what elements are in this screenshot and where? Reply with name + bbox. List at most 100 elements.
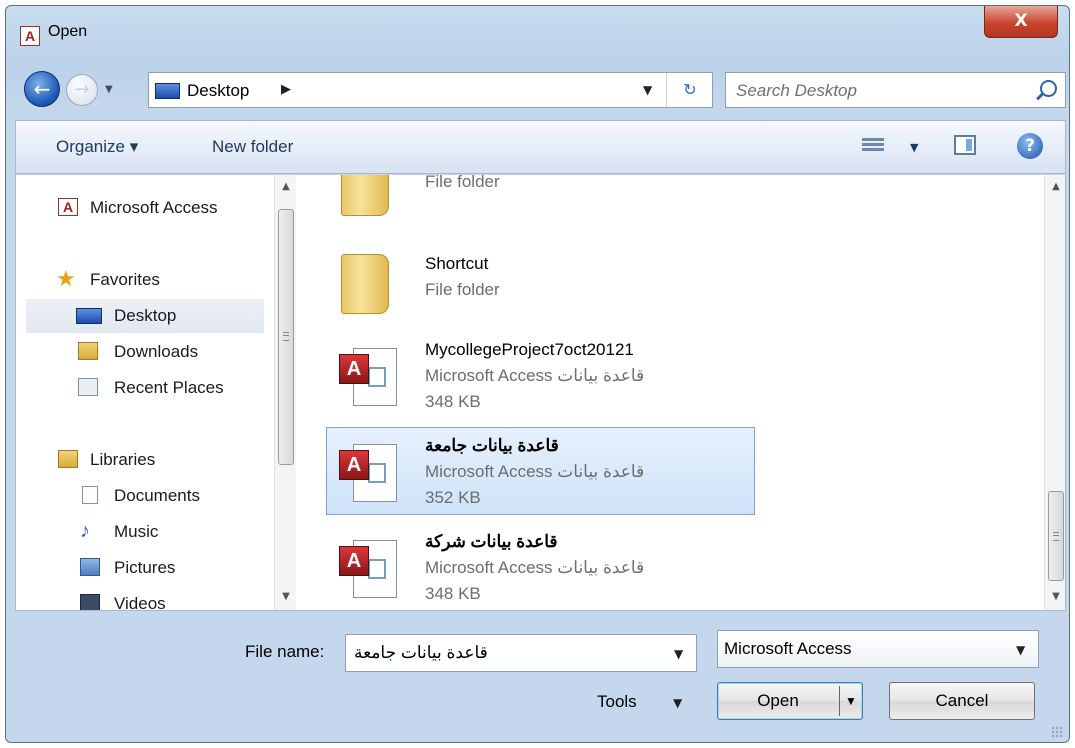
tools-button[interactable]: Tools (597, 692, 637, 712)
sidebar-item-label: Desktop (114, 306, 177, 325)
breadcrumb-chevron-icon[interactable]: ▶ (281, 82, 291, 97)
dialog-footer: File name: ▼ Microsoft Access ▼ Tools ▼ … (6, 612, 1069, 742)
desktop-icon (155, 83, 180, 99)
file-name-field[interactable]: ▼ (345, 634, 697, 672)
folder-icon (341, 254, 389, 314)
desktop-icon (76, 308, 102, 324)
access-app-icon: A (20, 26, 40, 46)
recent-locations-dropdown[interactable]: ▼ (105, 84, 113, 95)
file-type: File folder (425, 175, 500, 191)
file-name: MycollegeProject7oct20121 (425, 340, 634, 359)
open-button[interactable]: Open ▼ (717, 682, 863, 720)
refresh-button[interactable]: ↻ (666, 73, 713, 107)
access-database-icon: A (337, 534, 401, 606)
list-item[interactable]: A قاعدة بيانات شركة Microsoft Access قاع… (326, 523, 755, 610)
open-dialog: A Open X ← → ▼ Desktop ▶ ▼ ↻ Organize ▾ … (5, 5, 1070, 743)
folder-icon (341, 175, 389, 216)
sidebar-item-label: Music (114, 522, 159, 541)
file-size: 352 KB (425, 488, 481, 507)
list-item[interactable]: Shortcut File folder (326, 245, 755, 333)
organize-button[interactable]: Organize ▾ (56, 137, 138, 157)
documents-icon (82, 486, 98, 504)
help-icon[interactable]: ? (1017, 133, 1043, 159)
sidebar-item-libraries[interactable]: Libraries (16, 443, 264, 477)
file-type-select[interactable]: Microsoft Access ▼ (717, 630, 1039, 668)
scrollbar-thumb[interactable] (278, 209, 294, 465)
tools-dropdown-icon[interactable]: ▼ (673, 696, 682, 710)
scroll-down-icon[interactable]: ▼ (1045, 591, 1065, 602)
file-name-label: File name: (245, 642, 325, 661)
resize-grip-icon[interactable] (1051, 726, 1063, 738)
address-dropdown-icon[interactable]: ▼ (643, 83, 652, 97)
file-name: Shortcut (425, 254, 489, 273)
change-view-icon[interactable] (862, 136, 884, 158)
scroll-up-icon[interactable]: ▲ (275, 181, 297, 192)
file-type: File folder (425, 280, 500, 299)
file-name-dropdown-icon[interactable]: ▼ (674, 647, 683, 661)
search-box[interactable] (725, 72, 1066, 108)
sidebar-item-label: Recent Places (114, 378, 224, 397)
title-bar: A Open X (6, 6, 1069, 62)
sidebar-item-pictures[interactable]: Pictures (16, 551, 264, 585)
sidebar-item-recent-places[interactable]: Recent Places (16, 371, 264, 405)
sidebar-item-label: Libraries (90, 450, 156, 469)
access-database-icon: A (337, 342, 401, 414)
sidebar-item-documents[interactable]: Documents (16, 479, 264, 513)
sidebar-item-label: Microsoft Access (90, 198, 218, 217)
access-icon: A (58, 198, 78, 216)
sidebar-item-favorites[interactable]: ★ Favorites (16, 263, 264, 297)
back-arrow-icon: ← (33, 77, 51, 101)
access-database-icon: A (337, 438, 401, 510)
file-size: 348 KB (425, 392, 481, 411)
libraries-icon (58, 450, 78, 468)
file-name: قاعدة بيانات جامعة (425, 436, 559, 455)
open-split-divider (839, 686, 840, 716)
file-type: Microsoft Access قاعدة بيانات (425, 558, 645, 577)
list-item[interactable]: A MycollegeProject7oct20121 Microsoft Ac… (326, 331, 755, 419)
search-icon[interactable] (1040, 80, 1057, 97)
window-title: Open (48, 23, 88, 40)
address-crumb-desktop[interactable]: Desktop (187, 81, 249, 101)
forward-button[interactable]: → (66, 74, 98, 106)
sidebar-item-desktop[interactable]: Desktop (26, 299, 264, 333)
file-list: File folder Shortcut File folder A Mycol… (298, 175, 1039, 610)
file-size: 348 KB (425, 584, 481, 603)
search-input[interactable] (734, 79, 1018, 103)
forward-arrow-icon: → (74, 79, 90, 100)
list-item[interactable]: File folder (326, 175, 755, 247)
command-bar: Organize ▾ New folder ▼ ? (15, 120, 1066, 174)
file-name-input[interactable] (352, 641, 656, 665)
scroll-up-icon[interactable]: ▲ (1045, 181, 1065, 192)
file-type-dropdown-icon[interactable]: ▼ (1016, 643, 1025, 657)
back-button[interactable]: ← (24, 71, 60, 107)
scrollbar-thumb[interactable] (1048, 491, 1064, 581)
refresh-icon: ↻ (683, 80, 697, 99)
open-options-dropdown-icon[interactable]: ▼ (845, 683, 857, 719)
recent-places-icon (78, 378, 98, 396)
content-area: A Microsoft Access ★ Favorites Desktop D… (15, 175, 1066, 611)
star-icon: ★ (56, 266, 76, 291)
open-button-label: Open (757, 691, 799, 710)
file-type: Microsoft Access قاعدة بيانات (425, 366, 645, 385)
file-type: Microsoft Access قاعدة بيانات (425, 462, 645, 481)
navigation-pane: A Microsoft Access ★ Favorites Desktop D… (16, 175, 274, 611)
sidebar-item-label: Videos (114, 594, 166, 611)
downloads-icon (78, 342, 98, 360)
navigation-pane-scrollbar[interactable]: ▲ ▼ (274, 175, 297, 610)
pictures-icon (80, 558, 100, 576)
view-options-dropdown[interactable]: ▼ (910, 141, 918, 154)
scroll-down-icon[interactable]: ▼ (275, 591, 297, 602)
preview-pane-icon[interactable] (954, 135, 976, 155)
address-bar[interactable]: Desktop ▶ ▼ ↻ (148, 72, 713, 108)
sidebar-item-downloads[interactable]: Downloads (16, 335, 264, 369)
list-item[interactable]: A قاعدة بيانات جامعة Microsoft Access قا… (326, 427, 755, 515)
file-list-scrollbar[interactable]: ▲ ▼ (1044, 175, 1065, 610)
sidebar-item-label: Downloads (114, 342, 199, 361)
close-button[interactable]: X (984, 6, 1058, 38)
sidebar-item-music[interactable]: ♪ Music (16, 515, 264, 549)
cancel-button[interactable]: Cancel (889, 682, 1035, 720)
sidebar-item-label: Pictures (114, 558, 176, 577)
sidebar-item-videos[interactable]: Videos (16, 587, 264, 611)
sidebar-item-microsoft-access[interactable]: A Microsoft Access (16, 191, 264, 225)
new-folder-button[interactable]: New folder (212, 137, 293, 157)
